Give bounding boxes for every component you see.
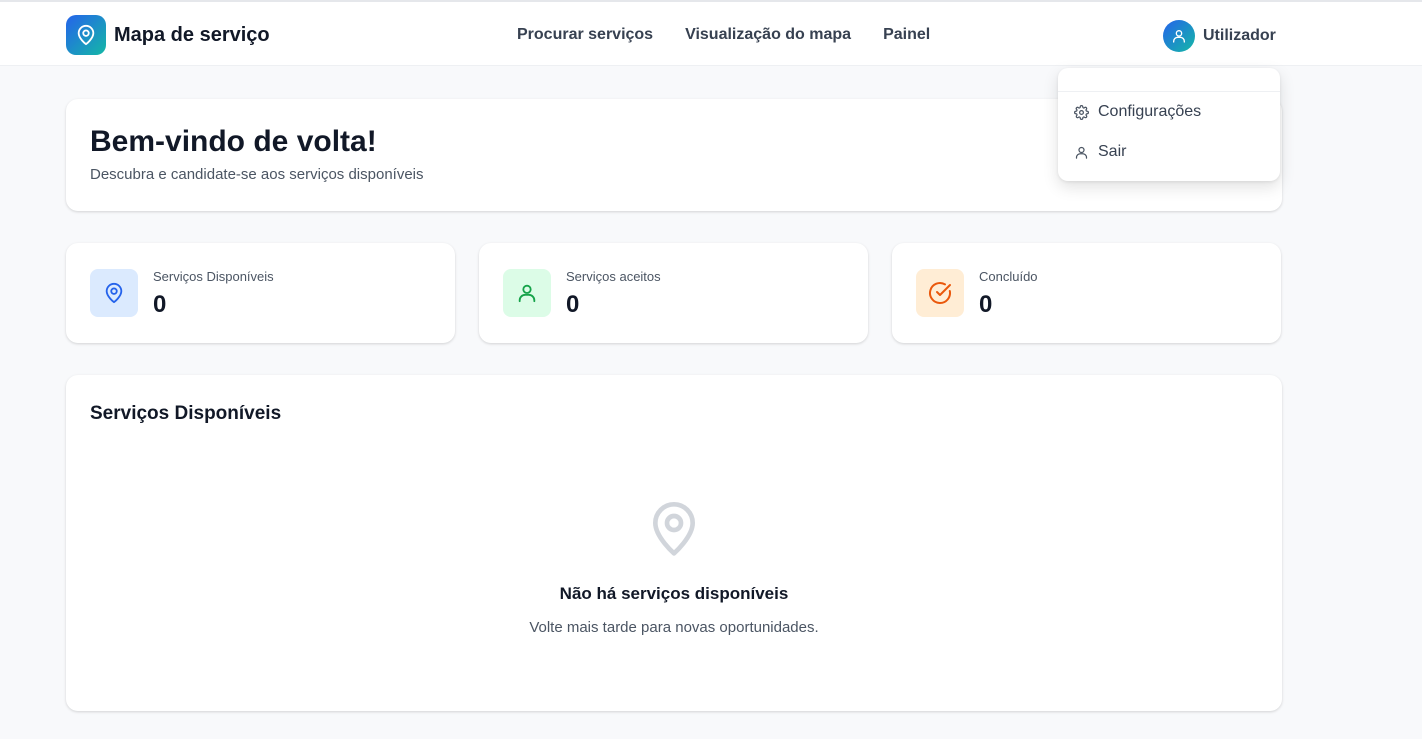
stat-card-completed: Concluído 0 bbox=[892, 243, 1281, 343]
stat-icon-box bbox=[90, 269, 138, 317]
empty-state-map-pin-icon bbox=[646, 499, 702, 566]
menu-item-logout-label: Sair bbox=[1098, 143, 1127, 160]
user-name: Utilizador bbox=[1203, 27, 1276, 44]
user-icon bbox=[1075, 146, 1088, 159]
map-pin-logo-icon bbox=[66, 15, 106, 55]
stat-value: 0 bbox=[153, 291, 167, 318]
menu-item-settings[interactable]: Configurações bbox=[1074, 103, 1201, 121]
dropdown-divider bbox=[1058, 91, 1280, 92]
stat-icon-box bbox=[916, 269, 964, 317]
welcome-subtitle: Descubra e candidate-se aos serviços dis… bbox=[90, 166, 424, 183]
map-pin-icon bbox=[105, 282, 123, 304]
available-services-card: Serviços Disponíveis Não há serviços dis… bbox=[66, 375, 1282, 711]
stat-card-available: Serviços Disponíveis 0 bbox=[66, 243, 455, 343]
menu-item-settings-label: Configurações bbox=[1098, 103, 1202, 120]
gear-icon bbox=[1074, 104, 1089, 120]
stat-label: Serviços Disponíveis bbox=[153, 269, 274, 284]
nav-browse-services[interactable]: Procurar serviços bbox=[517, 26, 653, 44]
services-section-title: Serviços Disponíveis bbox=[90, 403, 282, 424]
check-circle-icon bbox=[929, 282, 951, 304]
menu-item-logout[interactable]: Sair bbox=[1074, 143, 1126, 161]
nav-map-view[interactable]: Visualização do mapa bbox=[685, 26, 851, 44]
brand[interactable]: Mapa de serviço bbox=[66, 15, 270, 55]
user-icon bbox=[1173, 30, 1185, 43]
stat-card-accepted: Serviços aceitos 0 bbox=[479, 243, 868, 343]
avatar bbox=[1163, 20, 1195, 52]
stat-value: 0 bbox=[979, 291, 993, 318]
user-menu-button[interactable]: Utilizador bbox=[1163, 20, 1276, 52]
brand-title: Mapa de serviço bbox=[114, 23, 270, 46]
stat-icon-box bbox=[503, 269, 551, 317]
stat-value: 0 bbox=[566, 291, 580, 318]
welcome-title: Bem-vindo de volta! bbox=[90, 125, 377, 158]
stat-label: Serviços aceitos bbox=[566, 269, 661, 284]
empty-state-title: Não há serviços disponíveis bbox=[559, 584, 789, 603]
nav-dashboard[interactable]: Painel bbox=[883, 26, 930, 44]
top-navbar: Mapa de serviço Procurar serviços Visual… bbox=[0, 0, 1422, 66]
main-nav: Procurar serviços Visualização do mapa P… bbox=[517, 26, 962, 44]
user-dropdown-menu: Configurações Sair bbox=[1058, 68, 1280, 181]
user-icon bbox=[518, 284, 536, 303]
stat-label: Concluído bbox=[979, 269, 1038, 284]
empty-state-subtitle: Volte mais tarde para novas oportunidade… bbox=[529, 619, 819, 636]
